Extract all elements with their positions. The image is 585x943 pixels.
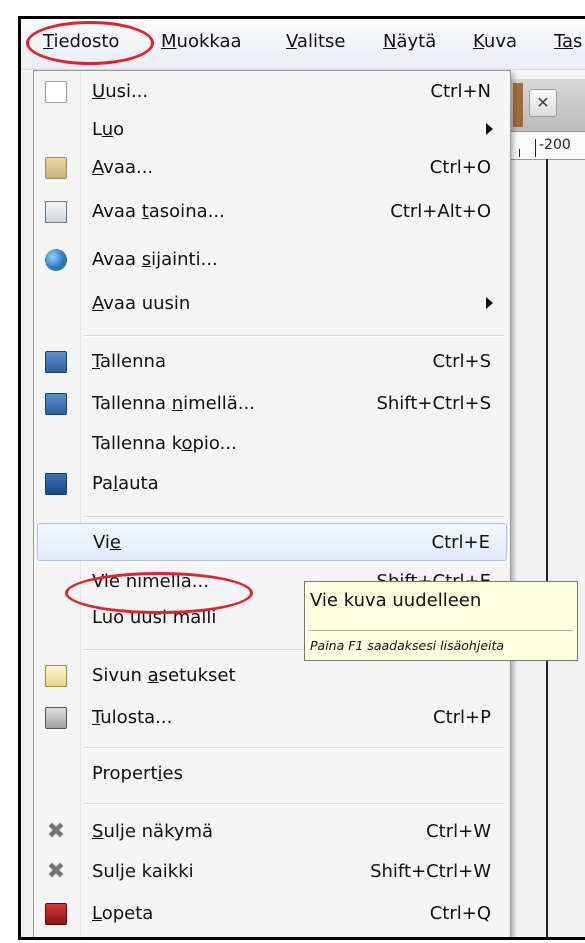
page-setup-icon: [45, 665, 67, 687]
menu-item-create[interactable]: Luo: [37, 111, 507, 149]
menu-item-save-copy[interactable]: Tallenna kopio...: [37, 425, 507, 463]
new-document-icon: [45, 81, 67, 103]
ruler-label: -200: [539, 137, 571, 153]
menu-item-print[interactable]: Tulosta... Ctrl+P: [37, 699, 507, 737]
submenu-arrow-icon: [486, 297, 493, 309]
menu-item-save-as[interactable]: Tallenna nimellä... Shift+Ctrl+S: [37, 385, 507, 423]
image-tab-thumbnail[interactable]: [513, 83, 523, 127]
quit-icon: [45, 903, 67, 925]
shortcut-label: Ctrl+P: [433, 707, 491, 728]
shortcut-label: Ctrl+O: [429, 157, 491, 178]
menu-image[interactable]: Kuva: [473, 31, 517, 52]
menu-view[interactable]: Näytä: [383, 31, 436, 52]
menubar: Tiedosto Muokkaa Valitse Näytä Kuva Tas: [21, 19, 585, 70]
menu-item-close-view[interactable]: ✖ Sulje näkymä Ctrl+W: [37, 813, 507, 851]
close-x-icon: ✖: [46, 859, 66, 884]
shortcut-label: Ctrl+W: [426, 821, 491, 842]
menu-layers[interactable]: Tas: [554, 31, 582, 52]
menu-item-open-location[interactable]: Avaa sijainti...: [37, 241, 507, 279]
tooltip-help-hint: Paina F1 saadaksesi lisäohjeita: [310, 638, 505, 653]
tooltip-title: Vie kuva uudelleen: [310, 590, 482, 611]
menu-item-open-as-layers[interactable]: Avaa tasoina... Ctrl+Alt+O: [37, 193, 507, 231]
menu-item-properties[interactable]: Properties: [37, 755, 507, 793]
menu-separator: [84, 747, 504, 749]
ruler-tick: [519, 149, 520, 157]
screenshot-frame: ✕ -200 Tiedosto Muokkaa Valitse Näytä Ku…: [18, 16, 585, 940]
menu-item-revert[interactable]: Palauta: [37, 465, 507, 503]
layers-icon: [45, 201, 67, 223]
revert-icon: [45, 473, 67, 495]
menu-separator: [84, 335, 504, 337]
shortcut-label: Shift+Ctrl+S: [376, 393, 491, 414]
shortcut-label: Ctrl+Alt+O: [390, 201, 491, 222]
tab-close-icon[interactable]: ✕: [529, 89, 557, 117]
globe-icon: [45, 249, 67, 271]
menu-item-export[interactable]: Vie Ctrl+E: [37, 523, 507, 561]
horizontal-ruler: -200: [511, 133, 585, 160]
shortcut-label: Ctrl+E: [431, 532, 490, 553]
tooltip: Vie kuva uudelleen Paina F1 saadaksesi l…: [304, 581, 578, 661]
menu-item-open-recent[interactable]: Avaa uusin: [37, 285, 507, 323]
shortcut-label: Ctrl+N: [430, 81, 491, 102]
menu-edit[interactable]: Muokkaa: [161, 31, 242, 52]
shortcut-label: Shift+Ctrl+W: [370, 861, 491, 882]
save-as-icon: [45, 393, 67, 415]
file-dropdown-menu: Uusi... Ctrl+N Luo Avaa... Ctrl+O Avaa t…: [33, 70, 511, 937]
menu-item-open[interactable]: Avaa... Ctrl+O: [37, 149, 507, 187]
ruler-tick: [535, 139, 536, 157]
menu-item-save[interactable]: Tallenna Ctrl+S: [37, 343, 507, 381]
close-x-icon: ✖: [46, 819, 66, 844]
menu-select[interactable]: Valitse: [286, 31, 345, 52]
canvas-border-line: [546, 159, 548, 937]
printer-icon: [45, 707, 67, 729]
menu-item-quit[interactable]: Lopeta Ctrl+Q: [37, 895, 507, 933]
menu-item-close-all[interactable]: ✖ Sulje kaikki Shift+Ctrl+W: [37, 853, 507, 891]
submenu-arrow-icon: [486, 123, 493, 135]
menu-separator: [84, 516, 504, 518]
menu-file[interactable]: Tiedosto: [43, 31, 119, 52]
menu-item-page-setup[interactable]: Sivun asetukset: [37, 657, 507, 695]
menu-separator: [84, 803, 504, 805]
folder-icon: [45, 157, 67, 179]
shortcut-label: Ctrl+S: [432, 351, 491, 372]
save-icon: [45, 351, 67, 373]
shortcut-label: Ctrl+Q: [429, 903, 491, 924]
tooltip-separator: [309, 630, 573, 631]
menu-item-new[interactable]: Uusi... Ctrl+N: [37, 73, 507, 111]
